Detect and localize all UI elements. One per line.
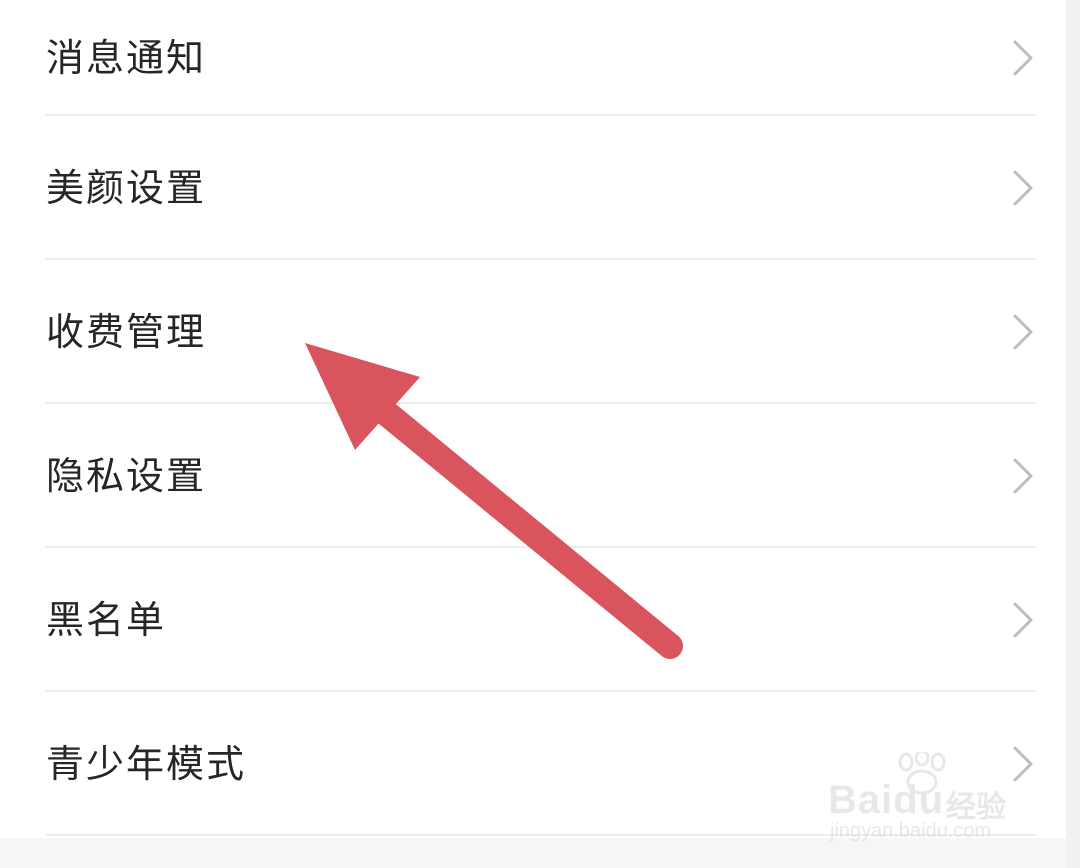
menu-item-label: 美颜设置 bbox=[46, 166, 207, 210]
menu-item-privacy-settings[interactable]: 隐私设置 bbox=[0, 404, 1066, 548]
chevron-right-icon bbox=[1013, 602, 1033, 638]
menu-item-blacklist[interactable]: 黑名单 bbox=[0, 548, 1066, 692]
menu-item-label: 青少年模式 bbox=[46, 742, 247, 786]
chevron-right-icon bbox=[1013, 40, 1033, 76]
menu-item-label: 黑名单 bbox=[46, 598, 167, 642]
watermark-url: jingyan.baidu.com bbox=[830, 820, 992, 842]
menu-item-message-notification[interactable]: 消息通知 bbox=[0, 0, 1066, 116]
menu-item-charge-management[interactable]: 收费管理 bbox=[0, 260, 1066, 404]
watermark-brand: Baidu bbox=[828, 778, 945, 822]
chevron-right-icon bbox=[1013, 314, 1033, 350]
chevron-right-icon bbox=[1013, 170, 1033, 206]
menu-item-label: 消息通知 bbox=[46, 36, 207, 80]
menu-item-beauty-settings[interactable]: 美颜设置 bbox=[0, 116, 1066, 260]
settings-screen: 消息通知 美颜设置 收费管理 隐私设置 黑名单 青少年模式 Baidu 经验 j… bbox=[0, 0, 1080, 868]
settings-menu-list: 消息通知 美颜设置 收费管理 隐私设置 黑名单 青少年模式 bbox=[0, 0, 1066, 836]
menu-item-label: 收费管理 bbox=[46, 310, 207, 354]
chevron-right-icon bbox=[1013, 458, 1033, 494]
menu-item-label: 隐私设置 bbox=[46, 454, 207, 498]
right-edge-shade bbox=[1066, 0, 1080, 868]
baidu-jingyan-watermark: Baidu 经验 jingyan.baidu.com bbox=[828, 752, 1028, 844]
